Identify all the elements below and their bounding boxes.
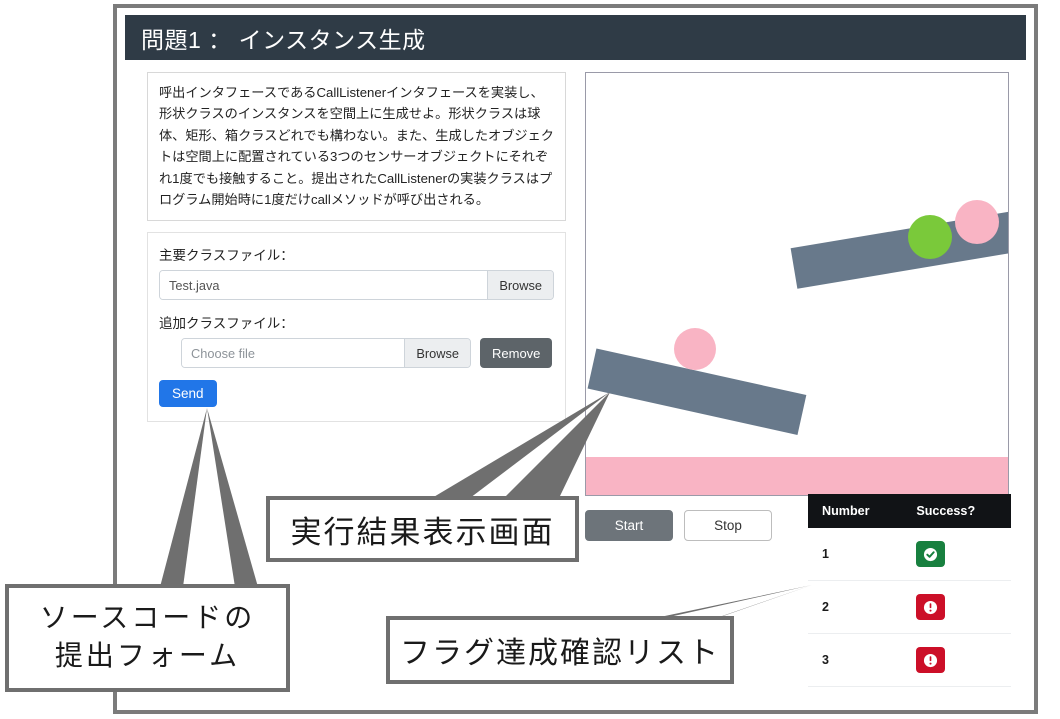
row-success <box>898 633 1011 687</box>
floor-strip <box>586 457 1008 495</box>
remove-button[interactable]: Remove <box>480 338 553 369</box>
callout-result-screen: 実行結果表示画面 <box>266 496 579 562</box>
extra-class-file-row: Choose file Browse Remove <box>159 338 554 369</box>
callout-submission-form-line2: 提出フォーム <box>54 641 241 672</box>
main-class-file-label: 主要クラスファイル： <box>159 248 294 264</box>
extra-file-input[interactable]: Choose file Browse <box>181 338 471 369</box>
main-class-file-group: 主要クラスファイル： Test.java Browse <box>159 244 554 301</box>
exclamation-circle-icon <box>916 594 946 620</box>
row-success <box>898 580 1011 634</box>
send-button[interactable]: Send <box>159 380 217 408</box>
pink-ball-upper <box>955 200 999 244</box>
simulation-canvas[interactable] <box>585 72 1009 496</box>
right-column: Start Stop <box>585 72 1026 541</box>
stop-button[interactable]: Stop <box>684 510 772 541</box>
callout-flag-list: フラグ達成確認リスト <box>386 616 734 684</box>
extra-class-file-group: 追加クラスファイル： Choose file Browse Remove <box>159 312 554 369</box>
callout-submission-form-line1: ソースコードの <box>39 603 256 635</box>
table-row: 1 <box>808 528 1011 581</box>
callout-flag-list-label: フラグ達成確認リスト <box>400 637 720 670</box>
row-number: 2 <box>808 580 899 634</box>
start-button[interactable]: Start <box>585 510 673 541</box>
table-row: 2 <box>808 580 1011 634</box>
content-area: 呼出インタフェースであるCallListenerインタフェースを実装し、形状クラ… <box>125 60 1026 541</box>
extra-file-name: Choose file <box>182 339 405 368</box>
main-file-name: Test.java <box>160 271 488 300</box>
row-number: 1 <box>808 528 899 581</box>
table-header-row: Number Success? <box>808 494 1011 528</box>
callout-result-screen-label: 実行結果表示画面 <box>290 514 555 550</box>
exclamation-circle-icon <box>916 647 946 673</box>
page-title-bar: 問題1 ： インスタンス生成 <box>125 15 1026 60</box>
column-header-success: Success? <box>898 494 1011 528</box>
source-submission-form: 主要クラスファイル： Test.java Browse 追加クラスファイル： C… <box>147 232 566 423</box>
green-ball <box>908 215 952 259</box>
main-class-file-row: Test.java Browse <box>159 270 554 301</box>
results-table: Number Success? 1 2 3 <box>808 494 1011 687</box>
extra-class-file-label: 追加クラスファイル： <box>159 316 294 332</box>
callout-submission-form: ソースコードの 提出フォーム <box>5 584 290 692</box>
problem-description-panel: 呼出インタフェースであるCallListenerインタフェースを実装し、形状クラ… <box>147 72 566 222</box>
pink-ball-lower <box>674 328 716 370</box>
row-success <box>898 528 1011 581</box>
column-header-number: Number <box>808 494 899 528</box>
callout-submission-form-text: ソースコードの 提出フォーム <box>40 600 256 676</box>
page-title: 問題1 ： インスタンス生成 <box>141 26 426 53</box>
main-file-input[interactable]: Test.java Browse <box>159 270 554 301</box>
table-row: 3 <box>808 633 1011 687</box>
row-number: 3 <box>808 633 899 687</box>
main-browse-button[interactable]: Browse <box>487 271 553 300</box>
extra-browse-button[interactable]: Browse <box>404 339 470 368</box>
left-column: 呼出インタフェースであるCallListenerインタフェースを実装し、形状クラ… <box>147 72 567 541</box>
check-circle-icon <box>916 541 946 567</box>
problem-description-text: 呼出インタフェースであるCallListenerインタフェースを実装し、形状クラ… <box>159 85 554 207</box>
